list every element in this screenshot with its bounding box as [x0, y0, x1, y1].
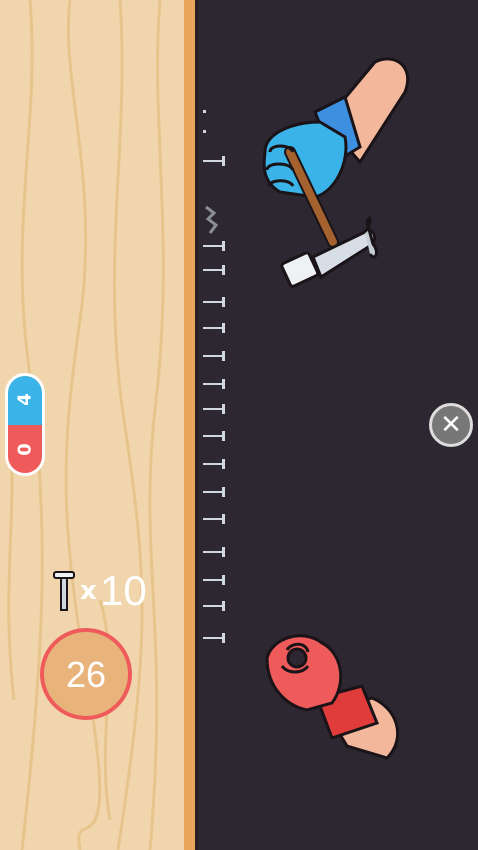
nail-icon	[203, 404, 225, 414]
nail-icon	[203, 487, 225, 497]
nail-icon	[203, 547, 225, 557]
nail-icon	[203, 514, 225, 524]
board-edge	[184, 0, 198, 850]
bent-nail-icon	[205, 205, 219, 234]
hammer-hand[interactable]	[255, 52, 420, 297]
nail-icon	[203, 241, 225, 251]
holding-hand[interactable]	[262, 628, 407, 768]
nail-counter: x 10	[50, 566, 150, 616]
score-pill: 4 0	[5, 373, 45, 476]
nail-count: 10	[100, 567, 147, 614]
timer-value: 26	[65, 654, 107, 695]
nail-icon	[203, 575, 225, 585]
nail-tip	[203, 110, 206, 113]
nail-icon	[203, 633, 225, 643]
nail-icon	[203, 323, 225, 333]
nail-icon	[203, 297, 225, 307]
close-button[interactable]: ✕	[429, 403, 473, 447]
nail-icon	[53, 571, 75, 611]
nail-icon	[203, 431, 225, 441]
nail-icon	[203, 379, 225, 389]
nail-icon	[203, 459, 225, 469]
red-score: 0	[14, 443, 36, 456]
nail-icon	[203, 265, 225, 275]
close-icon: ✕	[440, 410, 462, 440]
nail-icon	[203, 601, 225, 611]
nail-icon	[203, 156, 225, 166]
blue-score: 4	[14, 393, 36, 406]
multiplier-sign: x	[80, 576, 97, 606]
nail-icon	[203, 351, 225, 361]
timer-circle: 26	[40, 628, 132, 720]
nail-tip	[203, 130, 206, 133]
